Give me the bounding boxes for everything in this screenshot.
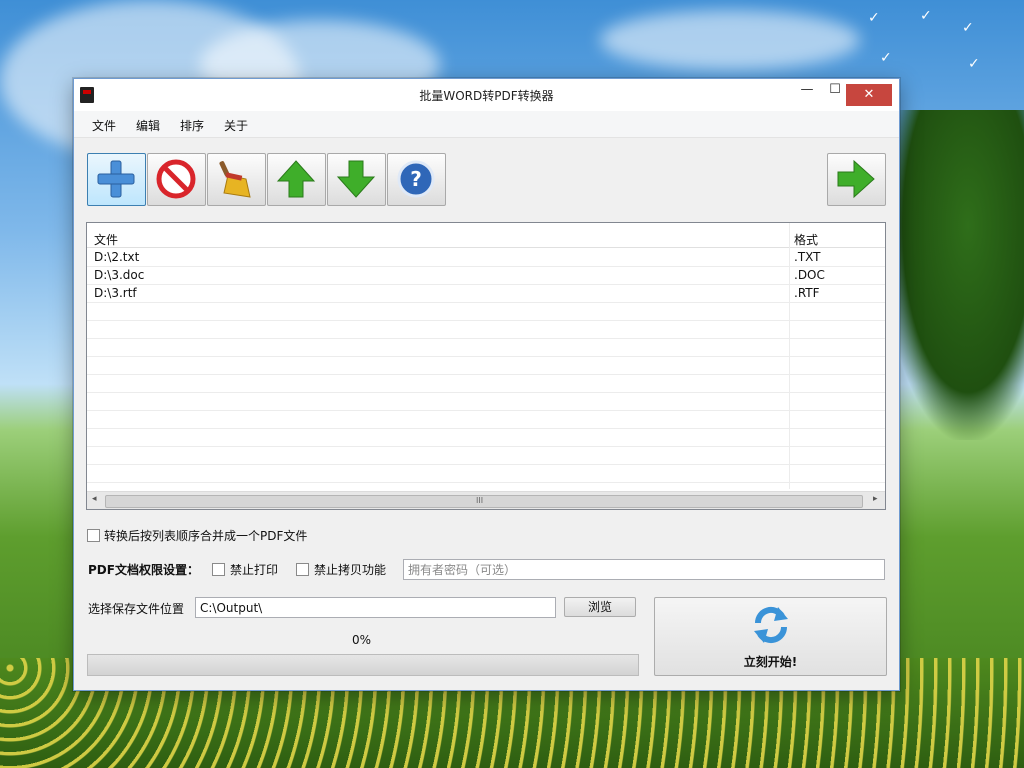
tree-decoration (884, 110, 1024, 440)
scroll-thumb[interactable]: III (105, 495, 863, 508)
empty-row (87, 410, 885, 429)
close-button[interactable]: ✕ (846, 84, 892, 106)
move-down-button[interactable] (327, 153, 386, 206)
file-cell: D:\3.rtf (94, 286, 137, 300)
merge-checkbox-label: 转换后按列表顺序合并成一个PDF文件 (104, 529, 308, 543)
maximize-button[interactable]: ☐ (821, 79, 849, 101)
arrow-right-icon (837, 159, 875, 199)
menu-edit[interactable]: 编辑 (136, 117, 160, 134)
file-cell: D:\2.txt (94, 250, 140, 264)
no-copy-label: 禁止拷贝功能 (314, 563, 387, 577)
list-header: 文件 格式 (87, 229, 885, 248)
format-cell: .TXT (794, 250, 821, 264)
move-up-button[interactable] (267, 153, 326, 206)
svg-text:?: ? (410, 167, 422, 191)
empty-row (87, 446, 885, 465)
convert-next-button[interactable] (827, 153, 886, 206)
refresh-icon (754, 606, 788, 644)
progress-text: 0% (352, 633, 372, 647)
broom-icon (219, 161, 251, 198)
add-files-button[interactable] (87, 153, 146, 206)
menu-file[interactable]: 文件 (92, 117, 116, 134)
start-button[interactable]: 立刻开始! (654, 597, 887, 676)
permissions-heading: PDF文档权限设置： (88, 563, 199, 577)
scroll-grip: III (476, 496, 484, 505)
table-row[interactable]: D:\3.rtf .RTF (87, 284, 885, 303)
table-row[interactable]: D:\2.txt .TXT (87, 248, 885, 267)
bird-icon: ✓ (962, 20, 974, 36)
menu-bar: 文件 编辑 排序 关于 (74, 111, 899, 138)
output-path-input[interactable] (195, 597, 556, 618)
horizontal-scrollbar[interactable]: ◂ III ▸ (87, 491, 885, 509)
format-cell: .DOC (794, 268, 825, 282)
empty-row (87, 428, 885, 447)
column-file-header[interactable]: 文件 (94, 231, 118, 248)
empty-row (87, 392, 885, 411)
column-format-header[interactable]: 格式 (794, 231, 818, 248)
progress-bar (87, 654, 639, 676)
no-print-label: 禁止打印 (230, 563, 279, 577)
owner-password-input[interactable] (403, 559, 885, 580)
arrow-up-icon (276, 160, 316, 198)
empty-row (87, 356, 885, 375)
empty-row (87, 320, 885, 339)
no-copy-checkbox[interactable] (296, 563, 309, 576)
stop-icon (156, 159, 196, 199)
empty-row (87, 302, 885, 321)
bird-icon: ✓ (880, 50, 892, 66)
menu-about[interactable]: 关于 (224, 117, 248, 134)
file-cell: D:\3.doc (94, 268, 145, 282)
bird-icon: ✓ (920, 8, 932, 24)
menu-sort[interactable]: 排序 (180, 117, 204, 134)
start-button-label: 立刻开始! (743, 655, 798, 669)
bird-icon: ✓ (968, 56, 980, 72)
scroll-left-icon[interactable]: ◂ (92, 494, 97, 504)
remove-button[interactable] (147, 153, 206, 206)
empty-row (87, 374, 885, 393)
format-cell: .RTF (794, 286, 820, 300)
help-icon: ? (397, 160, 435, 198)
merge-checkbox[interactable] (87, 529, 100, 542)
browse-button[interactable]: 浏览 (564, 597, 636, 617)
title-bar: 批量WORD转PDF转换器 — ☐ ✕ (74, 79, 899, 111)
window-title: 批量WORD转PDF转换器 (419, 89, 554, 103)
help-button[interactable]: ? (387, 153, 446, 206)
clear-button[interactable] (207, 153, 266, 206)
output-location-label: 选择保存文件位置 (88, 602, 185, 616)
empty-row (87, 338, 885, 357)
arrow-down-icon (336, 160, 376, 198)
bird-icon: ✓ (868, 10, 880, 26)
scroll-right-icon[interactable]: ▸ (873, 494, 878, 504)
no-print-checkbox[interactable] (212, 563, 225, 576)
minimize-button[interactable]: — (793, 79, 821, 101)
file-list[interactable]: 文件 格式 D:\2.txt .TXT D:\3.doc .DOC D:\3.r… (86, 222, 886, 510)
empty-row (87, 464, 885, 483)
table-row[interactable]: D:\3.doc .DOC (87, 266, 885, 285)
plus-icon (97, 160, 135, 198)
app-window: 批量WORD转PDF转换器 — ☐ ✕ 文件 编辑 排序 关于 ? 文件 格式 … (73, 78, 900, 691)
